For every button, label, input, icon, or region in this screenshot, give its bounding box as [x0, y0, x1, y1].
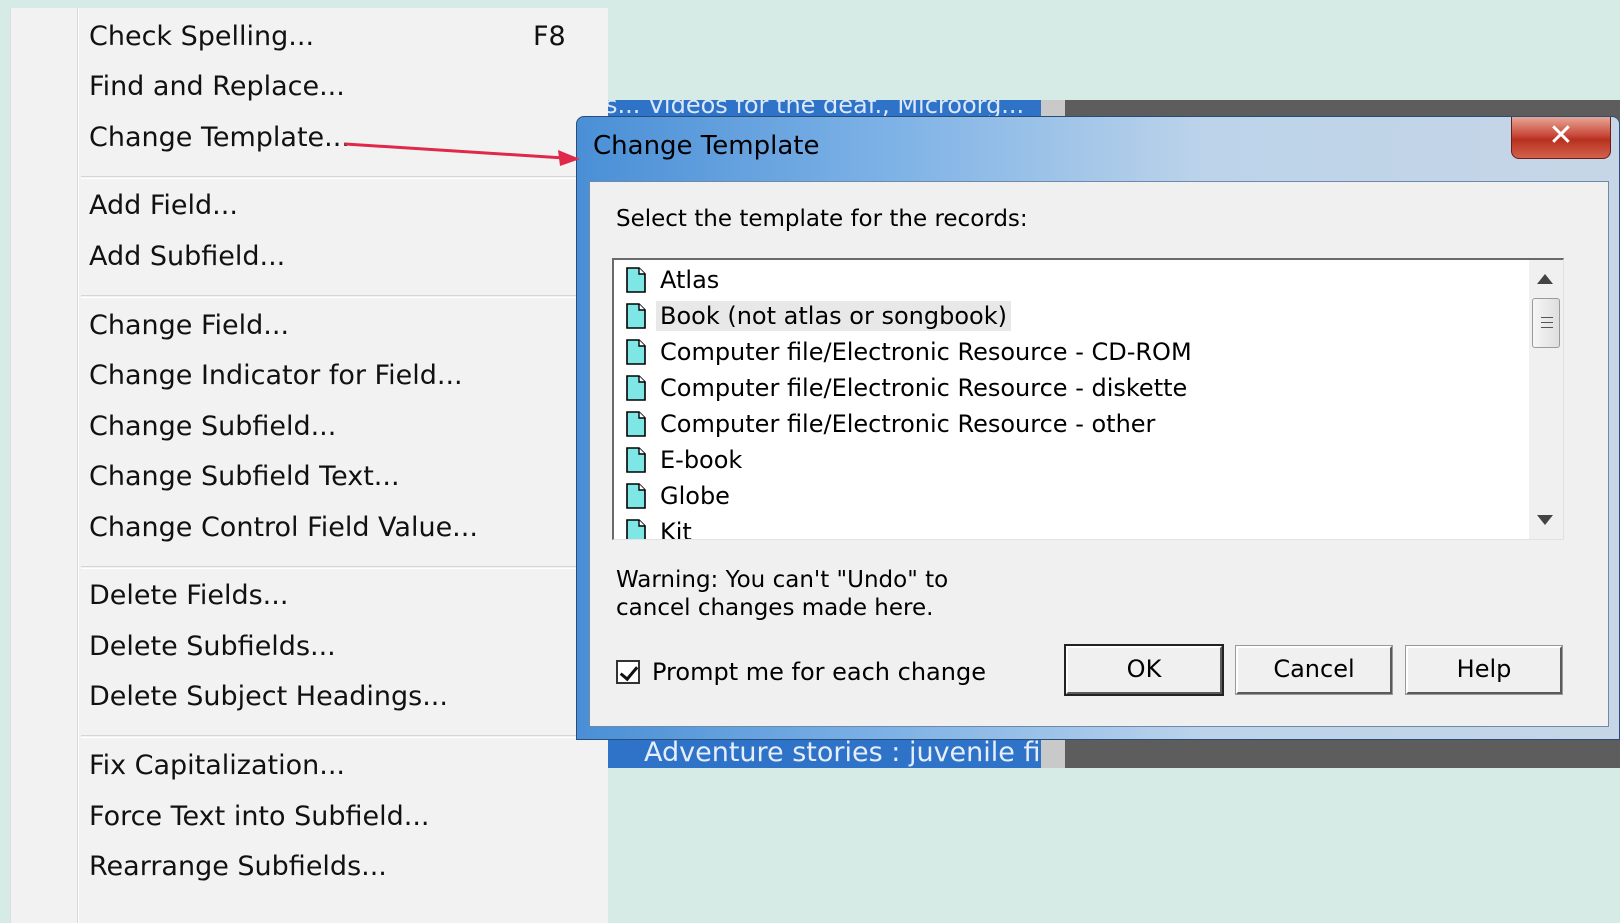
menu-separator: [81, 176, 601, 179]
document-icon: [626, 447, 646, 473]
template-list: Atlas Book (not atlas or songbook) Compute…: [620, 260, 1527, 539]
template-list-item[interactable]: Computer file/Electronic Resource - othe…: [620, 406, 1159, 442]
menu-item-delete-subject-headings[interactable]: Delete Subject Headings...: [89, 681, 448, 713]
warning-line-2: cancel changes made here.: [616, 595, 934, 621]
document-icon: [626, 267, 646, 293]
dialog-client-area: Select the template for the records: Atl…: [589, 181, 1609, 727]
menu-item-rearrange-subfields[interactable]: Rearrange Subfields...: [89, 851, 387, 883]
vertical-scrollbar[interactable]: [1529, 260, 1563, 539]
menu-item-change-field[interactable]: Change Field...: [89, 310, 289, 342]
scroll-down-arrow-icon[interactable]: [1537, 515, 1553, 525]
menu-item-delete-subfields[interactable]: Delete Subfields...: [89, 631, 336, 663]
cancel-button[interactable]: Cancel: [1235, 645, 1393, 695]
template-list-item[interactable]: Atlas: [620, 262, 723, 298]
menu-separator: [81, 566, 601, 569]
menu-item-delete-fields[interactable]: Delete Fields...: [89, 580, 288, 612]
context-menu: Check Spelling... F8 Find and Replace...…: [10, 8, 608, 923]
template-list-item[interactable]: E-book: [620, 442, 746, 478]
prompt-each-change-checkbox[interactable]: [616, 660, 640, 684]
template-list-item[interactable]: Computer file/Electronic Resource - disk…: [620, 370, 1191, 406]
warning-text: Warning: You can't "Undo" to cancel chan…: [616, 566, 948, 622]
close-button[interactable]: ✕: [1511, 117, 1611, 159]
scroll-grip-line: [1541, 322, 1553, 323]
menu-shortcut-f8: F8: [533, 21, 566, 52]
template-list-item[interactable]: Kit: [620, 514, 696, 539]
menu-item-force-text[interactable]: Force Text into Subfield...: [89, 801, 430, 833]
menu-item-fix-capitalization[interactable]: Fix Capitalization...: [89, 750, 345, 782]
menu-separator: [81, 295, 601, 298]
document-icon: [626, 519, 646, 539]
menu-item-change-subfield[interactable]: Change Subfield...: [89, 411, 336, 443]
menu-item-change-subfield-text[interactable]: Change Subfield Text...: [89, 461, 400, 493]
template-listbox[interactable]: Atlas Book (not atlas or songbook) Compute…: [612, 258, 1564, 540]
dialog-title: Change Template: [593, 131, 820, 161]
template-label: E-book: [660, 446, 743, 474]
warning-line-1: Warning: You can't "Undo" to: [616, 567, 949, 593]
template-list-item[interactable]: Computer file/Electronic Resource - CD-R…: [620, 334, 1196, 370]
scroll-grip-line: [1541, 327, 1553, 328]
menu-gutter-highlight: [78, 8, 79, 923]
document-icon: [626, 339, 646, 365]
scroll-up-arrow-icon[interactable]: [1537, 274, 1553, 284]
template-label: Computer file/Electronic Resource - CD-R…: [660, 338, 1192, 366]
menu-item-change-indicator[interactable]: Change Indicator for Field...: [89, 360, 463, 392]
close-icon: ✕: [1548, 118, 1574, 153]
template-label: Globe: [660, 482, 730, 510]
template-label: Computer file/Electronic Resource - othe…: [660, 410, 1156, 438]
template-label: Atlas: [660, 266, 720, 294]
scroll-thumb[interactable]: [1532, 298, 1560, 348]
template-label: Book (not atlas or songbook): [656, 301, 1011, 331]
help-button[interactable]: Help: [1405, 645, 1563, 695]
document-icon: [626, 375, 646, 401]
menu-item-check-spelling[interactable]: Check Spelling...: [89, 21, 314, 53]
template-prompt: Select the template for the records:: [616, 206, 1028, 232]
document-icon: [626, 303, 646, 329]
background-bottom-text: Adventure stories : juvenile fic: [644, 737, 1056, 768]
prompt-each-change-option[interactable]: Prompt me for each change: [616, 658, 986, 686]
change-template-dialog: Change Template ✕ Select the template fo…: [576, 116, 1620, 740]
menu-item-add-subfield[interactable]: Add Subfield...: [89, 241, 285, 273]
document-icon: [626, 411, 646, 437]
scroll-grip-line: [1541, 317, 1553, 318]
prompt-each-change-label: Prompt me for each change: [652, 658, 986, 686]
menu-separator: [81, 735, 601, 738]
document-icon: [626, 483, 646, 509]
template-label: Kit: [660, 518, 692, 539]
template-label: Computer file/Electronic Resource - disk…: [660, 374, 1188, 402]
menu-item-change-template[interactable]: Change Template...: [89, 122, 350, 154]
menu-item-find-replace[interactable]: Find and Replace...: [89, 71, 345, 103]
ok-button[interactable]: OK: [1064, 644, 1224, 696]
menu-item-add-field[interactable]: Add Field...: [89, 190, 238, 222]
template-list-item[interactable]: Globe: [620, 478, 734, 514]
menu-item-change-control-field[interactable]: Change Control Field Value...: [89, 512, 478, 544]
background-top-text: sss... Videos for the deaf., Microorg...: [580, 100, 1025, 116]
template-list-item[interactable]: Book (not atlas or songbook): [620, 298, 1011, 334]
